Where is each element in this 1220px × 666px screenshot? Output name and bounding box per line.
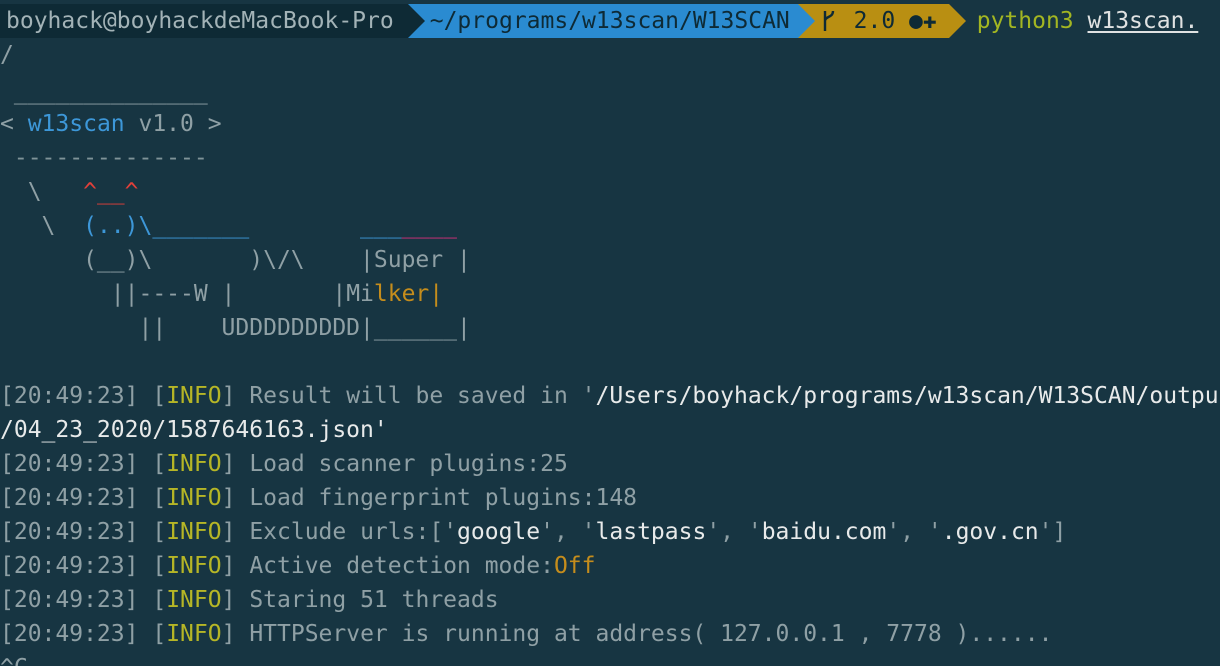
log-line: [20:49:23] [INFO] Staring 51 threads (0, 587, 499, 613)
log-level: INFO (166, 553, 222, 579)
log-level: INFO (166, 451, 222, 477)
cow-line-1-a: \ (0, 179, 84, 205)
log-time: [20:49:23] (0, 621, 139, 647)
log-message: Active detection mode: (249, 553, 554, 579)
log-level: INFO (166, 519, 222, 545)
log-level: INFO (166, 383, 222, 409)
prompt-git-branch: 2.0 ●✚ (853, 8, 937, 34)
log-time: [20:49:23] (0, 587, 139, 613)
log-level: INFO (166, 485, 222, 511)
log-continuation: /04_23_2020/1587646163.json' (0, 417, 388, 443)
prompt-path: ~/programs/w13scan/W13SCAN (429, 8, 790, 34)
log-value-off: Off (553, 553, 596, 579)
banner-bottom-rule: -------------- (0, 141, 1220, 175)
log-message: Load scanner plugins:25 (249, 451, 568, 477)
exclude-url-item: google (457, 519, 541, 545)
exclude-suffix: ] (1052, 519, 1067, 545)
exclude-url-item: .gov.cn (941, 519, 1039, 545)
command-argument: w13scan. (1087, 8, 1199, 34)
log-line: [20:49:23] [INFO] Result will be saved i… (0, 383, 1219, 409)
cow-text-super: Super (373, 247, 444, 273)
log-message: Result will be saved in ' (249, 383, 596, 409)
cow-eyes: (..)\_______ (83, 213, 250, 239)
banner-slash: / (0, 42, 14, 68)
log-time: [20:49:23] (0, 485, 139, 511)
cow-line-2-a: \ (0, 213, 84, 239)
segment-separator-icon (797, 4, 815, 38)
cow-ears: ^__^ (83, 179, 139, 205)
cow-line-2: \ (..)\_______ _______ (0, 209, 1220, 243)
log-message: Staring 51 threads (249, 587, 499, 613)
segment-separator-icon (407, 4, 425, 38)
cow-text-lker: lker (373, 281, 430, 307)
log-value-path: /Users/boyhack/programs/w13scan/W13SCAN/… (595, 383, 1219, 409)
banner-title: < w13scan v1.0 > (0, 107, 1220, 141)
cow-line-1: \ ^__^ (0, 175, 1220, 209)
exclude-url-item: baidu.com (761, 519, 887, 545)
banner-version: v1.0 > (124, 111, 222, 137)
terminal-window[interactable]: boyhack@boyhackdeMacBook-Pro ~/programs/… (0, 0, 1220, 666)
prompt-command: python3 w13scan. (949, 4, 1199, 38)
log-time: [20:49:23] (0, 519, 139, 545)
log-message: Exclude urls:[ (249, 519, 444, 545)
git-branch-icon (822, 4, 840, 38)
segment-separator-icon (948, 4, 966, 38)
log-time: [20:49:23] (0, 553, 139, 579)
log-line: [20:49:23] [INFO] HTTPServer is running … (0, 621, 1053, 647)
log-message: HTTPServer is running at address( 127.0.… (249, 621, 1053, 647)
banner-rule-text: -------------- (0, 145, 208, 171)
command-name: python3 (976, 8, 1074, 34)
prompt-path-segment: ~/programs/w13scan/W13SCAN (407, 4, 815, 38)
log-message: Load fingerprint plugins:148 (249, 485, 638, 511)
banner-tool-name: w13scan (27, 111, 125, 137)
prompt-git-segment: 2.0 ●✚ (797, 4, 966, 38)
cow-line-5: || UDDDDDDDDD|______| (0, 315, 471, 341)
log-line: [20:49:23] [INFO] Load scanner plugins:2… (0, 451, 568, 477)
cow-line-4-d: | (429, 281, 444, 307)
cow-box-top-a: ___ (360, 213, 402, 239)
cow-line-4-a: ||----W | | (0, 281, 347, 307)
log-time: [20:49:23] (0, 383, 139, 409)
log-time: [20:49:23] (0, 451, 139, 477)
cow-box-top-b: ____ (401, 213, 457, 239)
log-level: INFO (166, 587, 222, 613)
exclude-url-item: lastpass (595, 519, 707, 545)
log-line: [20:49:23] [INFO] Exclude urls:['google'… (0, 519, 1067, 545)
cow-text-mi: Mi (346, 281, 374, 307)
cow-line-3: (__)\ )\/\ |Super | (0, 243, 1220, 277)
log-level: INFO (166, 621, 222, 647)
prompt-user-host: boyhack@boyhackdeMacBook-Pro (6, 8, 394, 34)
cow-line-3-c: | (443, 247, 471, 273)
log-line: [20:49:23] [INFO] Active detection mode:… (0, 553, 596, 579)
banner-title-open: < (0, 111, 28, 137)
cow-line-4: ||----W | |Milker| (0, 277, 1220, 311)
log-line: [20:49:23] [INFO] Load fingerprint plugi… (0, 485, 638, 511)
prompt-user-host-segment: boyhack@boyhackdeMacBook-Pro (0, 4, 425, 38)
cow-line-2-gap (249, 213, 360, 239)
interrupt-marker: ^C (0, 651, 1220, 666)
cow-line-3-a: (__)\ )\/\ | (0, 247, 374, 273)
shell-prompt: boyhack@boyhackdeMacBook-Pro ~/programs/… (0, 4, 1198, 38)
banner-top-rule: ______________ (0, 79, 208, 105)
